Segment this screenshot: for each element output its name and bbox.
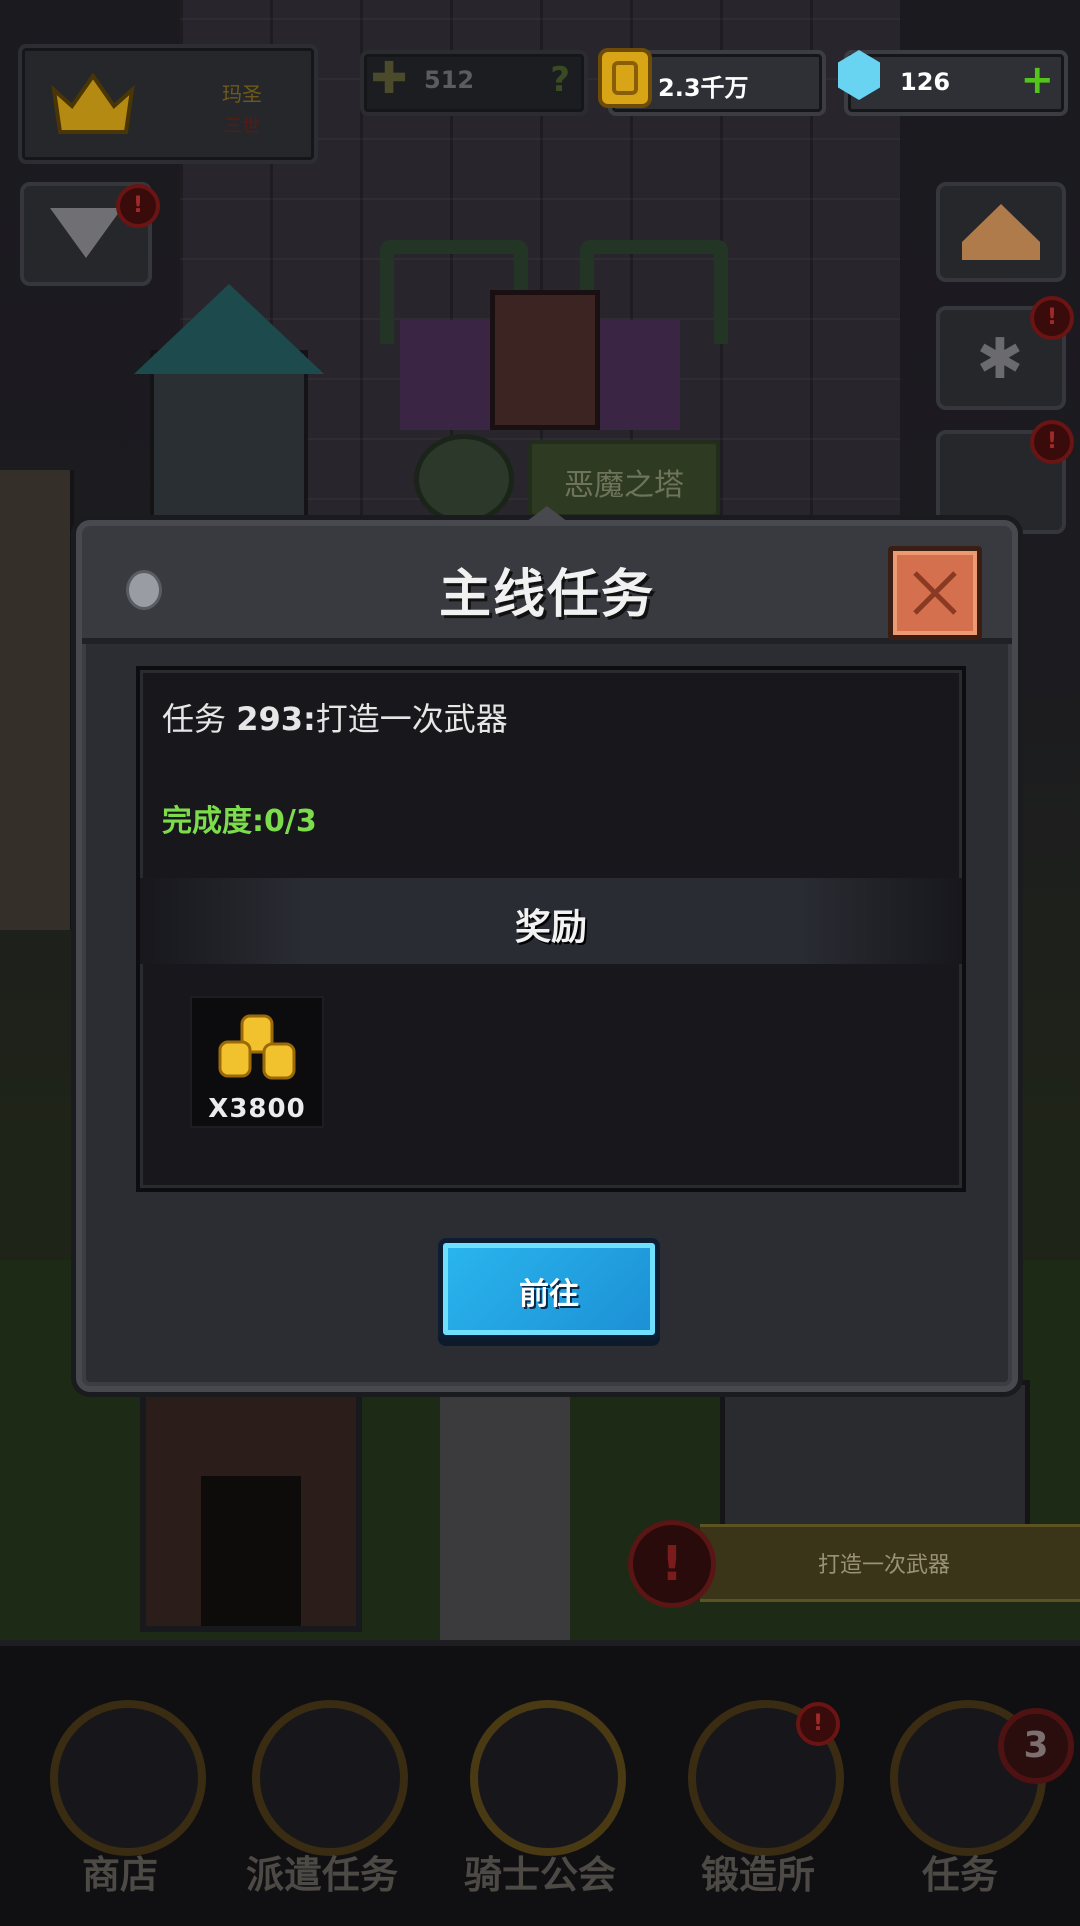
left-building xyxy=(0,470,74,930)
reward-item[interactable]: X3800 xyxy=(190,996,324,1128)
dispatch-icon xyxy=(252,1700,408,1856)
close-button[interactable] xyxy=(888,546,982,640)
home-icon xyxy=(962,204,1040,260)
demon-tower-boss xyxy=(380,230,728,430)
task-prefix: 任务 xyxy=(162,700,227,738)
nav-forge-label: 锻造所 xyxy=(700,1853,815,1897)
go-button-label: 前往 xyxy=(519,1277,579,1312)
heart-shield-icon xyxy=(50,208,122,258)
quest-notice-text: 打造一次武器 xyxy=(818,1553,951,1578)
shop-icon xyxy=(50,1700,206,1856)
crossed-swords-icon xyxy=(414,434,514,524)
event-alert-badge: ! xyxy=(1030,420,1074,464)
demon-tower-sign[interactable]: 恶魔之塔 xyxy=(528,440,720,518)
nav-tasks-label: 任务 xyxy=(921,1853,998,1897)
task-title: 任务 293:打造一次武器 xyxy=(162,694,508,740)
main-quest-dialog: 主线任务 任务 293:打造一次武器 完成度:0/3 奖励 X3800 前往 xyxy=(76,506,1018,1392)
castle-gate xyxy=(140,1390,362,1632)
knight-helmet-icon xyxy=(470,1700,626,1856)
nav-shop-label: 商店 xyxy=(81,1853,158,1897)
nav-dispatch[interactable]: 派遣任务 xyxy=(232,1676,412,1916)
nav-shop[interactable]: 商店 xyxy=(30,1676,210,1916)
forge-alert-badge: ! xyxy=(796,1702,840,1746)
coin-value: 2.3千万 xyxy=(658,74,749,102)
task-number: 293: xyxy=(236,700,316,738)
power-cross-icon: ✚ xyxy=(370,53,408,104)
exclamation-icon[interactable]: ! xyxy=(628,1520,716,1608)
bottom-nav: 商店 派遣任务 骑士公会 锻造所 ! 任务 3 xyxy=(0,1640,1080,1926)
reward-label: 奖励 xyxy=(514,907,587,948)
gold-coin-pile-icon xyxy=(218,1014,296,1080)
dialog-header: 主线任务 xyxy=(82,526,1012,644)
crown-icon xyxy=(51,72,135,134)
gold-coin-icon xyxy=(598,48,652,108)
player-name: 玛圣 xyxy=(222,82,262,106)
boss-wing-left xyxy=(400,320,490,430)
task-description: 打造一次武器 xyxy=(315,700,508,738)
player-profile[interactable]: 玛圣 三世 xyxy=(18,44,318,164)
progress-label: 完成度: xyxy=(162,804,264,839)
close-icon xyxy=(913,571,957,615)
quest-details-panel: 任务 293:打造一次武器 完成度:0/3 奖励 X3800 xyxy=(136,666,966,1192)
demon-tower-label: 恶魔之塔 xyxy=(564,468,684,503)
quest-notice-bar[interactable]: 打造一次武器 xyxy=(700,1524,1080,1602)
settings-alert-badge: ! xyxy=(1030,296,1074,340)
boss-head xyxy=(490,290,600,430)
dialog-title: 主线任务 xyxy=(438,565,655,625)
progress-value: 0/3 xyxy=(264,804,317,839)
player-rank: 三世 xyxy=(224,116,260,137)
task-progress: 完成度:0/3 xyxy=(162,796,317,840)
nav-dispatch-label: 派遣任务 xyxy=(245,1853,398,1897)
power-value: 512 xyxy=(424,66,475,94)
home-button[interactable] xyxy=(936,182,1066,282)
gem-value: 126 xyxy=(900,68,951,96)
stone-path xyxy=(440,1380,570,1640)
nav-knight-guild[interactable]: 骑士公会 xyxy=(450,1676,630,1916)
gear-icon: ✱ xyxy=(976,327,1024,392)
power-help-icon[interactable]: ? xyxy=(550,60,570,100)
add-gems-button[interactable]: + xyxy=(1020,56,1054,104)
tasks-count-badge: 3 xyxy=(998,1708,1074,1784)
nav-knight-guild-label: 骑士公会 xyxy=(463,1853,616,1897)
mail-alert-badge: ! xyxy=(116,184,160,228)
reward-header: 奖励 xyxy=(140,878,962,964)
go-button[interactable]: 前往 xyxy=(438,1238,660,1340)
boss-wing-right xyxy=(590,320,680,430)
reward-quantity: X3800 xyxy=(208,1094,306,1124)
